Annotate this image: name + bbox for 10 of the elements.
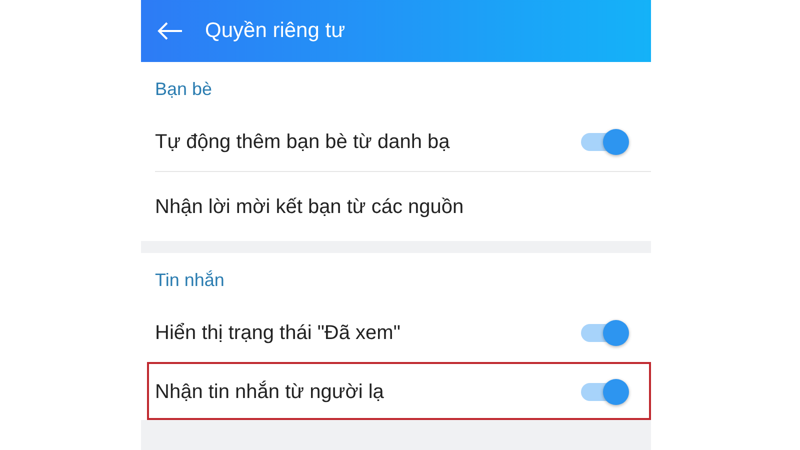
setting-label: Hiển thị trạng thái "Đã xem" bbox=[155, 321, 400, 346]
setting-label[interactable]: Nhận lời mời kết bạn từ các nguồn bbox=[155, 192, 464, 222]
toggle-switch[interactable] bbox=[581, 320, 629, 346]
toggle-switch[interactable] bbox=[581, 129, 629, 155]
screen-title: Quyền riêng tư bbox=[205, 18, 346, 44]
section-title: Tin nhắn bbox=[154, 269, 226, 292]
section-title: Bạn bè bbox=[154, 78, 214, 101]
toggle-switch[interactable] bbox=[581, 378, 629, 404]
setting-label: Nhận tin nhắn từ người lạ bbox=[155, 380, 384, 404]
setting-label: Tự động thêm bạn bè từ danh bạ bbox=[155, 130, 450, 155]
